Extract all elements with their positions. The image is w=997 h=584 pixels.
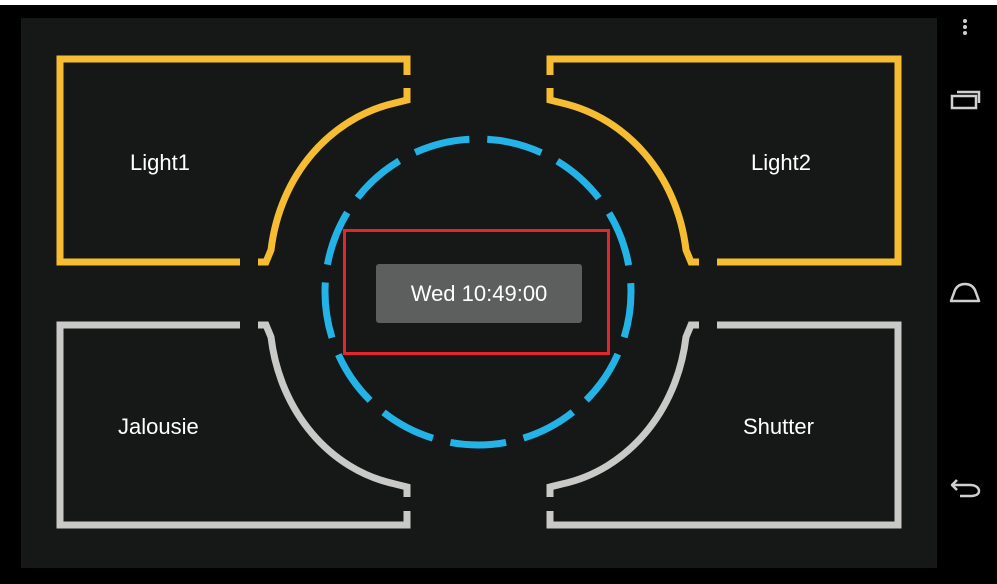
recent-apps-button[interactable] — [944, 78, 986, 120]
jalousie-label[interactable]: Jalousie — [118, 414, 199, 440]
shutter-label[interactable]: Shutter — [743, 414, 814, 440]
jalousie-tile-outline[interactable] — [56, 321, 411, 529]
light2-label[interactable]: Light2 — [751, 150, 811, 176]
overflow-menu-button[interactable] — [944, 10, 986, 44]
home-icon — [949, 282, 981, 303]
shutter-tile-outline[interactable] — [546, 321, 902, 529]
back-button[interactable] — [944, 466, 986, 508]
highlight-box — [343, 229, 610, 355]
home-button[interactable] — [944, 272, 986, 314]
light1-label[interactable]: Light1 — [130, 150, 190, 176]
back-icon — [950, 479, 981, 498]
overflow-menu-icon — [963, 19, 967, 35]
recent-apps-icon — [950, 90, 981, 110]
